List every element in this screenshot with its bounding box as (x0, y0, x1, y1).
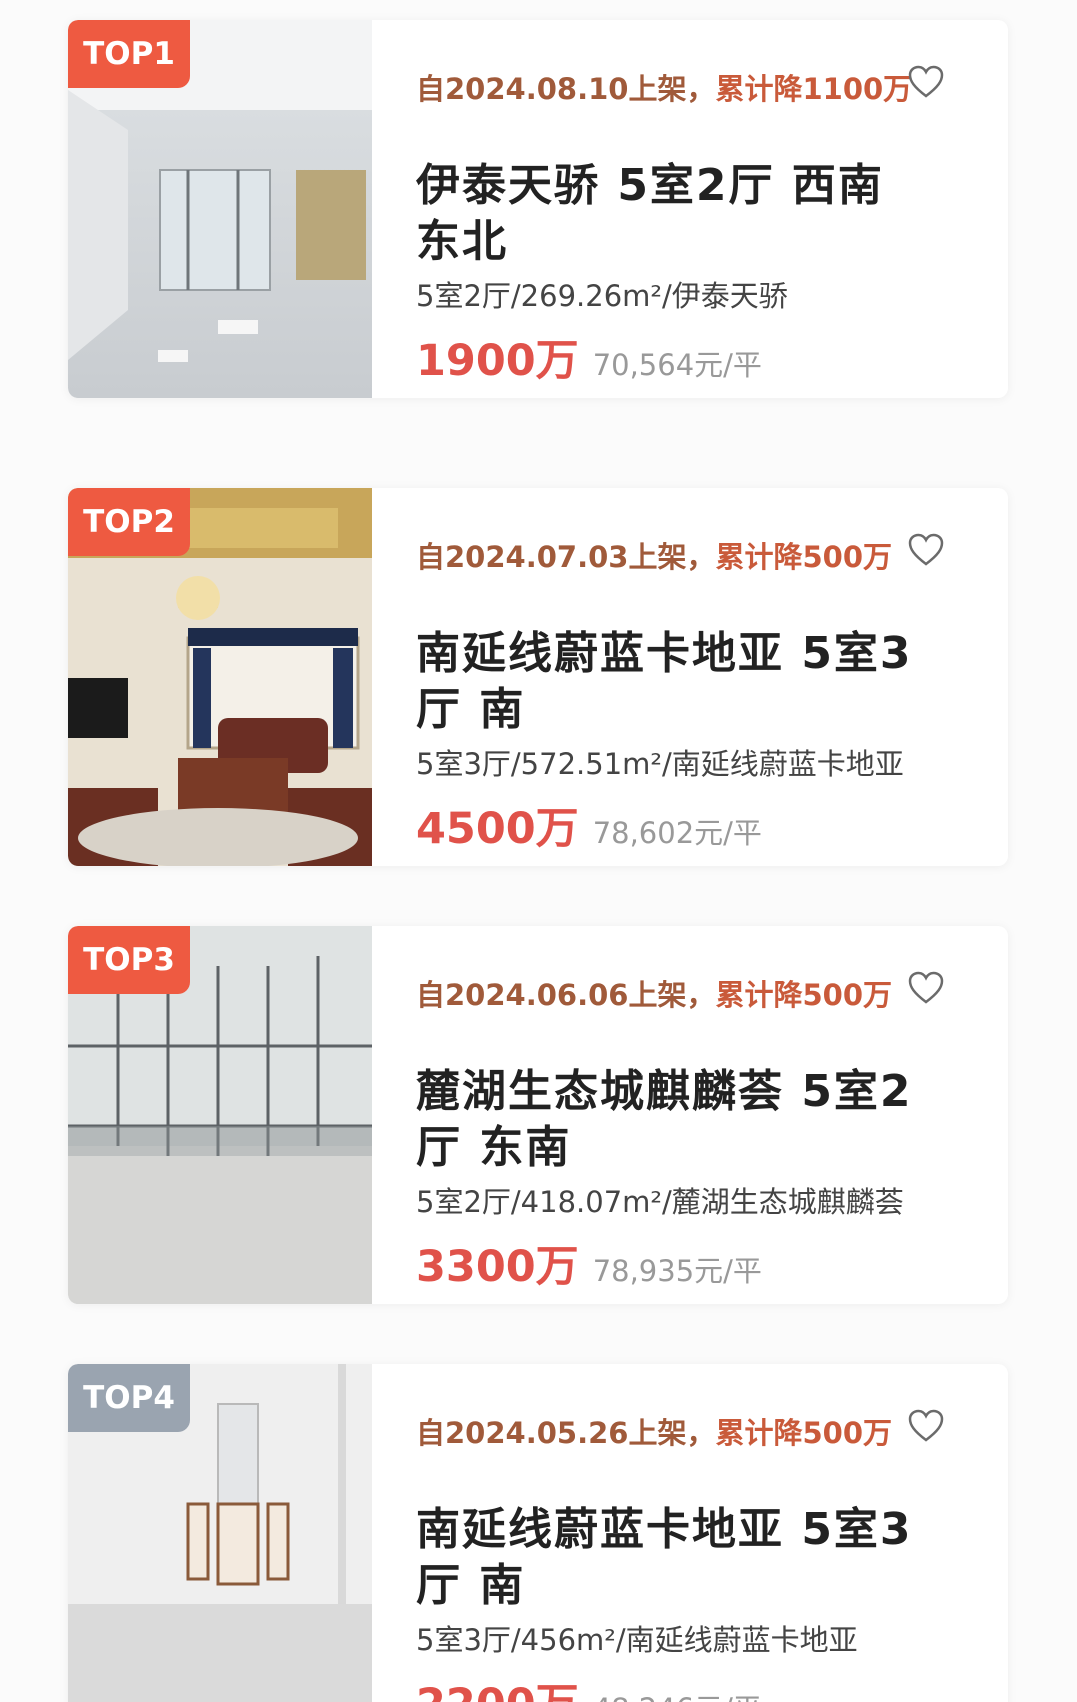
favorite-button[interactable] (906, 62, 946, 102)
listing-info: 自2024.06.06上架，累计降500万 麓湖生态城麒麟荟 5室2厅 东南 5… (416, 926, 996, 1304)
price-drop-text: 自2024.05.26上架，累计降500万 (416, 1416, 936, 1450)
price-row: 4500万 78,602元/平 (416, 794, 762, 856)
price-drop-text: 自2024.07.03上架，累计降500万 (416, 540, 936, 574)
total-price: 3300万 (416, 1242, 579, 1292)
price-drop-amount: 累计降500万 (715, 1416, 893, 1450)
listing-card[interactable]: TOP4 自2024.05.26上架，累计降500万 南延线蔚蓝卡地亚 5室3厅… (68, 1364, 1008, 1702)
price-row: 1900万 70,564元/平 (416, 326, 762, 388)
listing-specs: 5室3厅/572.51m²/南延线蔚蓝卡地亚 (416, 747, 904, 781)
rank-badge: TOP4 (68, 1364, 190, 1432)
listing-specs: 5室3厅/456m²/南延线蔚蓝卡地亚 (416, 1623, 858, 1657)
listing-specs: 5室2厅/269.26m²/伊泰天骄 (416, 279, 788, 313)
listing-date: 自2024.05.26上架， (416, 1416, 716, 1450)
listing-info: 自2024.08.10上架，累计降1100万 伊泰天骄 5室2厅 西南 东北 5… (416, 20, 996, 398)
price-row: 2200万 48,246元/平 (416, 1670, 762, 1702)
listing-card[interactable]: TOP2 自2024.07.03上架，累计降500万 南延线蔚蓝卡地亚 5室3厅… (68, 488, 1008, 866)
listing-page: TOP1 自2024.08.10上架，累计降1100万 伊泰天骄 5室2厅 西南… (0, 0, 1077, 1702)
listing-specs: 5室2厅/418.07m²/麓湖生态城麒麟荟 (416, 1185, 904, 1219)
listing-info: 自2024.07.03上架，累计降500万 南延线蔚蓝卡地亚 5室3厅 南 5室… (416, 488, 996, 866)
price-drop-amount: 累计降500万 (715, 540, 893, 574)
price-drop-text: 自2024.06.06上架，累计降500万 (416, 978, 936, 1012)
heart-outline-icon (908, 533, 944, 566)
listing-card[interactable]: TOP1 自2024.08.10上架，累计降1100万 伊泰天骄 5室2厅 西南… (68, 20, 1008, 398)
listing-card[interactable]: TOP3 自2024.06.06上架，累计降500万 麓湖生态城麒麟荟 5室2厅… (68, 926, 1008, 1304)
price-drop-amount: 累计降1100万 (715, 72, 913, 106)
listing-title[interactable]: 南延线蔚蓝卡地亚 5室3厅 南 (416, 1502, 936, 1614)
listing-title[interactable]: 伊泰天骄 5室2厅 西南 东北 (416, 158, 936, 270)
rank-badge: TOP3 (68, 926, 190, 994)
unit-price: 48,246元/平 (593, 1692, 762, 1702)
listing-title[interactable]: 麓湖生态城麒麟荟 5室2厅 东南 (416, 1064, 936, 1176)
favorite-button[interactable] (906, 530, 946, 570)
rank-badge: TOP1 (68, 20, 190, 88)
unit-price: 70,564元/平 (592, 348, 762, 382)
heart-outline-icon (908, 971, 944, 1004)
rank-badge: TOP2 (68, 488, 190, 556)
listing-info: 自2024.05.26上架，累计降500万 南延线蔚蓝卡地亚 5室3厅 南 5室… (416, 1364, 996, 1702)
price-drop-amount: 累计降500万 (715, 978, 893, 1012)
unit-price: 78,935元/平 (592, 1254, 762, 1288)
favorite-button[interactable] (906, 968, 946, 1008)
total-price: 1900万 (416, 336, 579, 386)
heart-outline-icon (908, 1409, 944, 1442)
total-price: 4500万 (416, 804, 579, 854)
price-row: 3300万 78,935元/平 (416, 1232, 762, 1294)
listing-date: 自2024.08.10上架， (416, 72, 716, 106)
heart-outline-icon (908, 65, 944, 98)
listing-date: 自2024.06.06上架， (416, 978, 716, 1012)
total-price: 2200万 (416, 1680, 579, 1702)
price-drop-text: 自2024.08.10上架，累计降1100万 (416, 72, 936, 106)
listing-date: 自2024.07.03上架， (416, 540, 716, 574)
listing-title[interactable]: 南延线蔚蓝卡地亚 5室3厅 南 (416, 626, 936, 738)
favorite-button[interactable] (906, 1406, 946, 1446)
unit-price: 78,602元/平 (592, 816, 762, 850)
